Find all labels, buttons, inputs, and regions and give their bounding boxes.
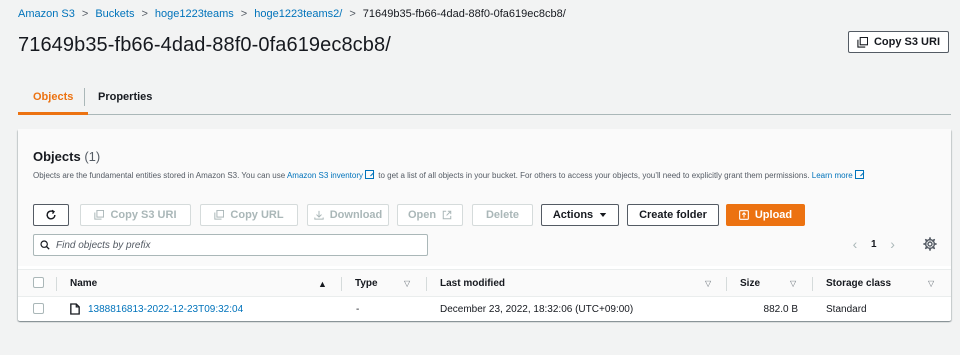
column-header-name[interactable]: Name (70, 270, 97, 296)
breadcrumb: Amazon S3 > Buckets > hoge1223teams > ho… (18, 6, 566, 22)
table-header: Name ▲ Type ▽ Last modified ▽ Size ▽ Sto… (18, 269, 951, 297)
breadcrumb-link-bucket[interactable]: hoge1223teams (155, 8, 234, 20)
copy-s3-uri-header-button[interactable]: Copy S3 URI (848, 31, 949, 53)
sort-icon[interactable]: ▽ (790, 279, 796, 288)
select-all-checkbox[interactable] (33, 277, 44, 288)
objects-panel: Objects (1) Objects are the fundamental … (18, 129, 951, 321)
actions-label: Actions (552, 209, 594, 221)
objects-description-text-2: to get a list of all objects in your buc… (376, 171, 812, 180)
breadcrumb-link-folder[interactable]: hoge1223teams2/ (254, 8, 342, 20)
tab-objects-label: Objects (33, 91, 74, 103)
row-checkbox[interactable] (33, 303, 44, 314)
column-divider (56, 277, 57, 291)
search-icon (40, 240, 50, 250)
page-title: 71649b35-fb66-4dad-88f0-0fa619ec8cb8/ (18, 34, 391, 56)
objects-count: (1) (84, 149, 101, 164)
copy-s3-uri-label: Copy S3 URI (110, 209, 177, 221)
objects-description: Objects are the fundamental entities sto… (33, 169, 928, 183)
column-divider (812, 277, 813, 291)
sort-icon[interactable]: ▽ (404, 279, 410, 288)
column-header-name-label: Name (70, 277, 98, 289)
open-label: Open (407, 209, 437, 221)
tab-divider (84, 88, 85, 106)
column-divider (726, 277, 727, 291)
cell-type: - (356, 303, 360, 315)
tab-properties[interactable]: Properties (98, 80, 152, 114)
file-icon (70, 303, 80, 315)
search-input[interactable] (56, 239, 416, 251)
breadcrumb-separator: > (81, 8, 89, 20)
external-link-icon (365, 170, 374, 179)
sort-ascending-icon[interactable]: ▲ (318, 279, 327, 289)
gear-icon[interactable] (923, 237, 937, 251)
column-header-type[interactable]: Type (355, 270, 378, 296)
tab-objects[interactable]: Objects (17, 80, 89, 115)
upload-button[interactable]: Upload (726, 204, 805, 226)
copy-s3-uri-header-label: Copy S3 URI (873, 36, 940, 48)
tab-properties-label: Properties (98, 91, 153, 103)
cell-name: 1388816813-2022-12-23T09:32:04 (70, 298, 243, 320)
cell-storage-class: Standard (826, 303, 867, 315)
breadcrumb-current: 71649b35-fb66-4dad-88f0-0fa619ec8cb8/ (362, 8, 566, 20)
upload-label: Upload (754, 209, 793, 221)
download-icon (314, 210, 324, 220)
search-box (33, 234, 428, 256)
column-divider (426, 277, 427, 291)
create-folder-button[interactable]: Create folder (627, 204, 719, 226)
breadcrumb-separator: > (240, 8, 248, 20)
table-row: 1388816813-2022-12-23T09:32:04 - Decembe… (18, 298, 951, 320)
column-header-size[interactable]: Size (740, 270, 760, 296)
upload-icon (738, 210, 749, 220)
cell-last-modified: December 23, 2022, 18:32:06 (UTC+09:00) (440, 303, 634, 315)
objects-heading: Objects (1) (33, 149, 100, 164)
column-header-size-label: Size (740, 277, 761, 289)
inventory-link-label: Amazon S3 inventory (286, 171, 363, 180)
breadcrumb-link-amazon-s3[interactable]: Amazon S3 (18, 8, 75, 20)
chevron-left-icon[interactable]: ‹ (848, 236, 862, 252)
sort-icon[interactable]: ▽ (928, 279, 934, 288)
download-button[interactable]: Download (307, 204, 389, 226)
tab-bar: Objects Properties (17, 80, 951, 115)
actions-dropdown[interactable]: Actions (541, 204, 619, 226)
caret-down-icon (599, 213, 607, 217)
breadcrumb-separator: > (349, 8, 356, 20)
column-header-type-label: Type (355, 277, 378, 289)
copy-s3-uri-button[interactable]: Copy S3 URI (80, 204, 191, 226)
refresh-icon (46, 209, 56, 220)
column-header-storage-class[interactable]: Storage class (826, 270, 891, 296)
pagination: ‹ 1 › (848, 236, 900, 252)
delete-label: Delete (485, 209, 520, 221)
column-header-last-modified-label: Last modified (440, 277, 506, 289)
breadcrumb-separator: > (141, 8, 148, 20)
copy-icon (857, 36, 868, 48)
external-link-icon (442, 210, 452, 220)
copy-icon (94, 210, 105, 220)
objects-description-text: Objects are the fundamental entities sto… (33, 171, 287, 180)
column-divider (341, 277, 342, 291)
download-label: Download (329, 209, 383, 221)
open-button[interactable]: Open (397, 204, 463, 226)
objects-heading-label: Objects (33, 149, 81, 164)
inventory-link[interactable]: Amazon S3 inventory (286, 170, 376, 180)
copy-icon (214, 210, 225, 220)
external-link-icon (854, 170, 864, 179)
breadcrumb-link-buckets[interactable]: Buckets (95, 8, 134, 20)
object-name-link[interactable]: 1388816813-2022-12-23T09:32:04 (88, 304, 243, 315)
column-header-last-modified[interactable]: Last modified (440, 270, 505, 296)
copy-url-button[interactable]: Copy URL (200, 204, 298, 226)
create-folder-label: Create folder (639, 209, 707, 221)
copy-url-label: Copy URL (230, 209, 284, 221)
column-header-storage-class-label: Storage class (826, 277, 892, 289)
chevron-right-icon[interactable]: › (886, 236, 900, 252)
learn-more-label: Learn more (811, 171, 853, 180)
delete-button[interactable]: Delete (472, 204, 533, 226)
page-number[interactable]: 1 (871, 239, 877, 250)
refresh-button[interactable] (33, 204, 69, 226)
sort-icon[interactable]: ▽ (705, 279, 711, 288)
learn-more-link[interactable]: Learn more (811, 170, 866, 180)
cell-size: 882.0 B (763, 303, 798, 315)
